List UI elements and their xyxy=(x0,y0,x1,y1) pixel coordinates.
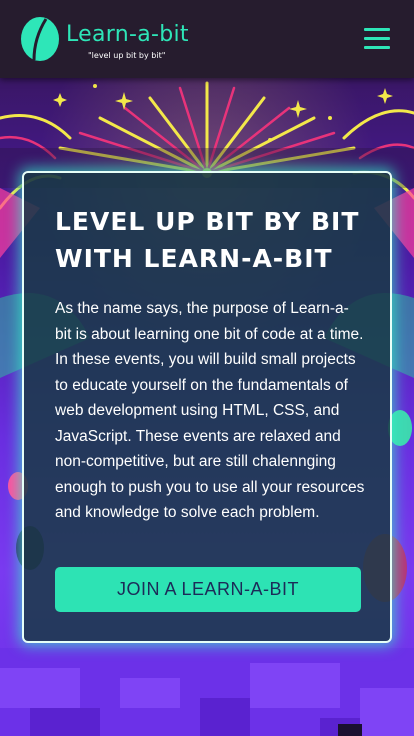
hamburger-menu-icon[interactable] xyxy=(364,26,392,50)
logo[interactable]: Learn-a-bit "level up bit by bit" xyxy=(20,14,200,64)
site-title: Learn-a-bit xyxy=(66,22,189,47)
hero-heading: LEVEL UP BIT BY BIT WITH LEARN-A-BIT xyxy=(55,207,360,273)
navbar: Learn-a-bit "level up bit by bit" xyxy=(0,0,414,78)
site-tagline: "level up bit by bit" xyxy=(88,51,166,60)
hero-description: As the name says, the purpose of Learn-a… xyxy=(55,300,365,521)
leaf-logo-icon xyxy=(21,17,59,61)
hero-card: LEVEL UP BIT BY BIT WITH LEARN-A-BIT As … xyxy=(22,171,392,643)
join-button[interactable]: JOIN A LEARN-A-BIT xyxy=(55,567,361,612)
